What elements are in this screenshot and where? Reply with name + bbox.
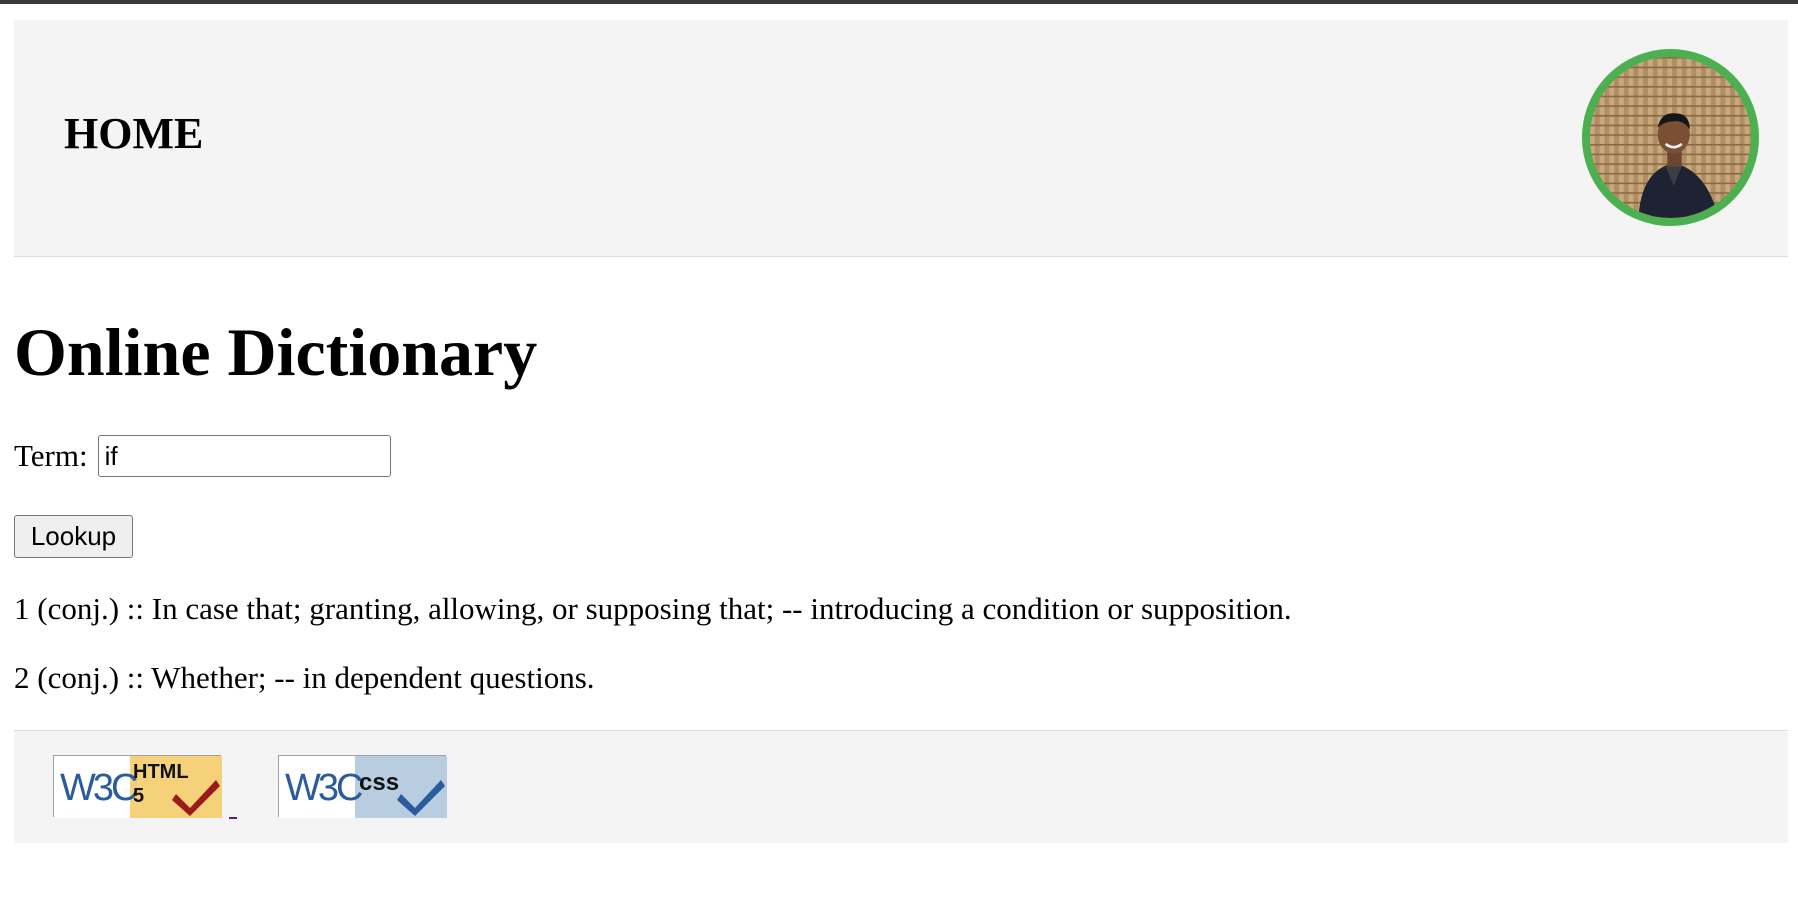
definition-item: 2 (conj.) :: Whether; -- in dependent qu… (14, 660, 595, 695)
w3c-css-validator-link[interactable]: W3C css (278, 755, 447, 818)
term-label: Term: (14, 438, 88, 473)
avatar-photo (1590, 57, 1751, 218)
html-badge-line1: HTML (133, 761, 189, 783)
site-header: HOME (14, 20, 1788, 257)
home-link[interactable]: HOME (64, 112, 203, 156)
definition-item: 1 (conj.) :: In case that; granting, all… (14, 591, 1292, 626)
css-badge-label: css (359, 769, 399, 796)
profile-avatar[interactable] (1582, 49, 1759, 226)
html-badge-line2: 5 (133, 785, 144, 807)
lookup-button[interactable]: Lookup (14, 515, 133, 558)
term-row: Term: (14, 435, 391, 477)
link-underline (229, 817, 237, 819)
page-title: Online Dictionary (14, 314, 538, 390)
site-footer: W3C HTML 5 W3C css (14, 730, 1788, 843)
w3c-logo-text: W3C (285, 767, 362, 809)
definitions-list: 1 (conj.) :: In case that; granting, all… (14, 588, 1292, 726)
term-input[interactable] (97, 435, 391, 477)
w3c-css-badge: W3C css (278, 755, 447, 818)
w3c-html5-validator-link[interactable]: W3C HTML 5 (53, 755, 222, 818)
w3c-logo-text: W3C (60, 767, 137, 809)
w3c-html5-badge: W3C HTML 5 (53, 755, 222, 818)
window-top-border (0, 0, 1798, 4)
